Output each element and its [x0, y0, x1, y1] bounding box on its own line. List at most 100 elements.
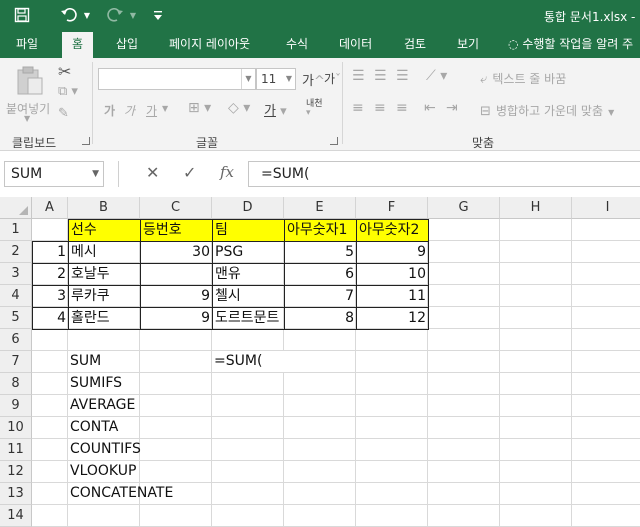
orientation-icon[interactable]: ⟋ ▾	[426, 68, 447, 84]
grid-cell[interactable]	[284, 351, 356, 373]
grow-font-icon[interactable]: 가^	[302, 70, 325, 89]
row-header[interactable]: 3	[0, 263, 32, 285]
grid-cell[interactable]	[140, 373, 212, 395]
grid-cell[interactable]	[428, 461, 500, 483]
grid-cell[interactable]	[356, 461, 428, 483]
row-header[interactable]: 6	[0, 329, 32, 351]
row-header[interactable]: 1	[0, 219, 32, 241]
cell-d2[interactable]: PSG	[212, 241, 285, 264]
formula-input[interactable]: =SUM(	[248, 161, 640, 187]
grid-cell[interactable]	[32, 219, 68, 241]
grid-cell[interactable]	[356, 373, 428, 395]
col-header-e[interactable]: E	[284, 197, 356, 219]
grid-cell[interactable]	[572, 263, 640, 285]
grid-cell[interactable]	[572, 461, 640, 483]
grid-cell[interactable]	[32, 505, 68, 527]
cell-e4[interactable]: 7	[284, 285, 357, 308]
cell-b12[interactable]: VLOOKUP	[68, 461, 140, 483]
copy-icon[interactable]: ⧉ ▾	[58, 84, 78, 99]
grid-cell[interactable]	[428, 329, 500, 351]
cell-f3[interactable]: 10	[356, 263, 429, 286]
row-header[interactable]: 10	[0, 417, 32, 439]
grid-cell[interactable]	[356, 395, 428, 417]
cell-e1[interactable]: 아무숫자1	[284, 219, 357, 242]
tab-home[interactable]: 홈	[62, 32, 94, 58]
cell-a3[interactable]: 2	[32, 263, 69, 286]
tab-insert[interactable]: 삽입	[114, 32, 140, 58]
grid-cell[interactable]	[32, 461, 68, 483]
cut-icon[interactable]: ✂	[58, 62, 71, 81]
font-launcher-icon[interactable]	[330, 137, 338, 145]
merge-center-button[interactable]: ⊟ 병합하고 가운데 맞춤 ▼	[480, 100, 614, 120]
row-header[interactable]: 9	[0, 395, 32, 417]
grid-cell[interactable]	[356, 351, 428, 373]
bold-button[interactable]: 가	[104, 102, 115, 119]
col-header-f[interactable]: F	[356, 197, 428, 219]
grid-cell[interactable]	[428, 219, 500, 241]
grid-cell[interactable]	[572, 505, 640, 527]
grid-cell[interactable]	[356, 329, 428, 351]
grid-cell[interactable]	[68, 329, 140, 351]
cell-b8[interactable]: SUMIFS	[68, 373, 140, 395]
tell-me-box[interactable]: ◌ 수행할 작업을 알려 주	[508, 32, 633, 58]
increase-indent-icon[interactable]: ⇥	[446, 100, 458, 116]
row-header[interactable]: 11	[0, 439, 32, 461]
redo-dropdown-icon[interactable]: ▼	[127, 4, 139, 26]
grid-cell[interactable]	[356, 439, 428, 461]
cell-c3[interactable]	[140, 263, 213, 286]
cell-b9[interactable]: AVERAGE	[68, 395, 140, 417]
cell-f5[interactable]: 12	[356, 307, 429, 330]
cancel-icon[interactable]: ✕	[146, 163, 159, 182]
row-header[interactable]: 2	[0, 241, 32, 263]
grid-cell[interactable]	[428, 505, 500, 527]
grid-cell[interactable]	[140, 351, 212, 373]
underline-dropdown-icon[interactable]: ▼	[162, 104, 168, 113]
col-header-g[interactable]: G	[428, 197, 500, 219]
grid-cell[interactable]	[500, 307, 572, 329]
undo-icon[interactable]	[58, 4, 80, 26]
grid-cell[interactable]	[212, 483, 284, 505]
cell-b3[interactable]: 호날두	[68, 263, 141, 286]
cell-c2[interactable]: 30	[140, 241, 213, 264]
align-left-icon[interactable]: ≡	[352, 100, 364, 116]
cell-e5[interactable]: 8	[284, 307, 357, 330]
grid-cell[interactable]	[572, 483, 640, 505]
cell-d7[interactable]: =SUM(	[212, 351, 284, 373]
font-size-combo[interactable]: 11 ▼	[256, 68, 296, 90]
row-header[interactable]: 12	[0, 461, 32, 483]
shrink-font-icon[interactable]: 가ˇ	[324, 70, 341, 87]
underline-button[interactable]: 가	[146, 102, 157, 119]
grid-cell[interactable]	[32, 483, 68, 505]
font-color-icon[interactable]: 가 ▾	[264, 100, 287, 119]
col-header-h[interactable]: H	[500, 197, 572, 219]
grid-cell[interactable]	[500, 461, 572, 483]
grid-cell[interactable]	[140, 461, 212, 483]
grid-cell[interactable]	[284, 395, 356, 417]
grid-cell[interactable]	[572, 439, 640, 461]
cell-f2[interactable]: 9	[356, 241, 429, 264]
grid-cell[interactable]	[428, 351, 500, 373]
undo-dropdown-icon[interactable]: ▼	[81, 4, 93, 26]
grid-cell[interactable]	[140, 395, 212, 417]
grid-cell[interactable]	[500, 351, 572, 373]
grid-cell[interactable]	[32, 395, 68, 417]
grid-cell[interactable]	[572, 219, 640, 241]
grid-cell[interactable]	[140, 439, 212, 461]
row-header[interactable]: 14	[0, 505, 32, 527]
grid-cell[interactable]	[356, 505, 428, 527]
grid-cell[interactable]	[500, 373, 572, 395]
row-header[interactable]: 4	[0, 285, 32, 307]
col-header-i[interactable]: I	[572, 197, 640, 219]
customize-qat-icon[interactable]	[150, 4, 166, 26]
cell-d1[interactable]: 팀	[212, 219, 285, 242]
col-header-c[interactable]: C	[140, 197, 212, 219]
grid-cell[interactable]	[212, 395, 284, 417]
grid-cell[interactable]	[572, 373, 640, 395]
grid-cell[interactable]	[212, 505, 284, 527]
cell-f4[interactable]: 11	[356, 285, 429, 308]
grid-cell[interactable]	[572, 351, 640, 373]
grid-cell[interactable]	[32, 439, 68, 461]
grid-cell[interactable]	[572, 307, 640, 329]
tab-formulas[interactable]: 수식	[284, 32, 310, 58]
col-header-d[interactable]: D	[212, 197, 284, 219]
